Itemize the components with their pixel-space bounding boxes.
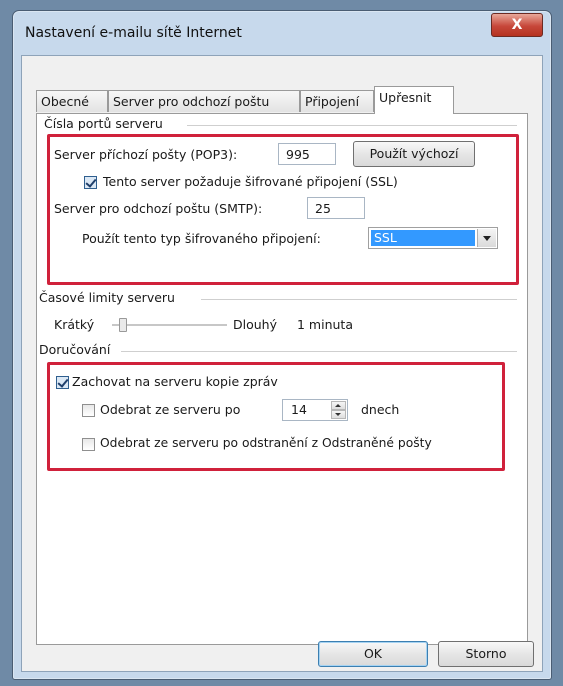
delivery-group-divider [121,351,517,352]
dialog-window: Nastavení e-mailu sítě Internet X Obecné… [12,10,552,680]
days-unit-label: dnech [361,402,400,417]
ssl-required-label: Tento server požaduje šifrované připojen… [103,174,398,189]
encryption-type-select[interactable]: SSL [368,227,498,249]
chevron-down-icon[interactable] [477,229,496,247]
remove-after-label: Odebrat ze serveru po [100,402,241,417]
dialog-content: Obecné Server pro odchozí poštu Připojen… [21,55,543,672]
timeout-slider-track[interactable] [112,324,227,327]
tab-outgoing-server[interactable]: Server pro odchozí poštu [108,90,300,112]
title-bar[interactable]: Nastavení e-mailu sítě Internet X [13,11,551,55]
use-default-button[interactable]: Použít výchozí [353,141,475,167]
tab-general[interactable]: Obecné [36,90,108,112]
encryption-type-label: Použít tento typ šifrovaného připojení: [82,231,321,246]
ok-button[interactable]: OK [318,641,428,667]
remove-deleted-checkbox[interactable] [82,438,95,451]
keep-copy-label: Zachovat na serveru kopie zpráv [72,374,278,389]
ssl-required-checkbox[interactable] [84,176,97,189]
timeouts-group-title: Časové limity serveru [39,290,179,305]
outgoing-server-label: Server pro odchozí poštu (SMTP): [54,201,263,216]
remove-deleted-label: Odebrat ze serveru po odstranění z Odstr… [100,436,432,450]
tab-connection[interactable]: Připojení [300,90,374,112]
timeout-long-label: Dlouhý [233,317,277,332]
remove-after-checkbox[interactable] [82,404,95,417]
timeout-slider-thumb[interactable] [119,318,128,332]
incoming-port-input[interactable]: 995 [278,143,336,165]
ports-group-title: Čísla portů serveru [44,116,167,131]
close-button[interactable]: X [491,13,543,37]
cancel-button[interactable]: Storno [438,641,534,667]
keep-copy-checkbox[interactable] [56,376,69,389]
timeouts-group-divider [201,299,517,300]
spinner-buttons [331,401,346,419]
timeout-value: 1 minuta [297,317,353,332]
spin-up-icon[interactable] [331,401,346,410]
encryption-type-value: SSL [371,230,475,246]
tab-advanced[interactable]: Upřesnit [374,86,454,114]
remove-after-days-value: 14 [291,402,307,417]
outgoing-port-input[interactable]: 25 [307,197,365,219]
remove-after-days-spinner[interactable]: 14 [282,399,348,421]
spin-down-icon[interactable] [331,410,346,419]
window-title: Nastavení e-mailu sítě Internet [25,25,242,41]
incoming-server-label: Server příchozí pošty (POP3): [54,147,238,162]
ports-group-divider [187,125,517,126]
advanced-tab-panel: Čísla portů serveru Server příchozí pošt… [36,113,528,645]
delivery-group-title: Doručování [39,342,115,357]
timeout-short-label: Krátký [54,317,95,332]
